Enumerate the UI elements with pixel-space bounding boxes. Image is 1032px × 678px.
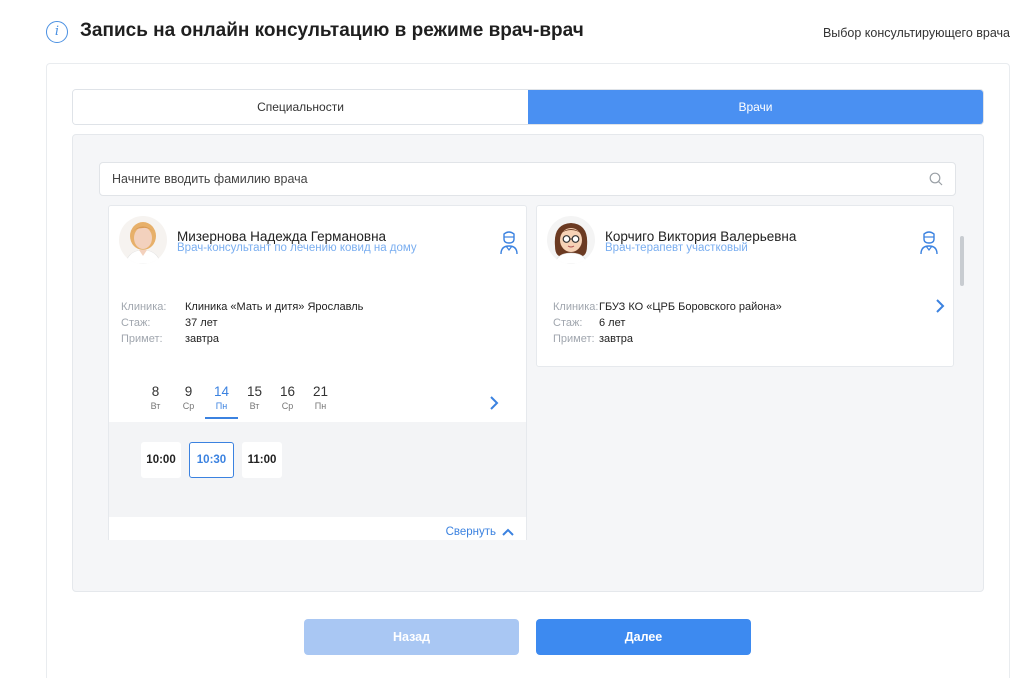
tabs: Специальности Врачи <box>72 89 984 125</box>
day-selector: 8 Вт 9 Ср 14 Пн 15 Вт 16 Ср 21 Пн <box>139 384 337 419</box>
clinic-value: Клиника «Мать и дитя» Ярославль <box>185 301 364 313</box>
doctor-list: Мизернова Надежда Германовна Врач-консул… <box>108 205 966 540</box>
doctor-specialty: Врач-консультант по лечению ковид на дом… <box>177 242 417 254</box>
time-slot[interactable]: 10:00 <box>141 442 181 478</box>
doctor-card[interactable]: Мизернова Надежда Германовна Врач-консул… <box>108 205 527 540</box>
day-item[interactable]: 15 Вт <box>238 384 271 419</box>
tab-doctors[interactable]: Врачи <box>528 90 983 124</box>
doctor-avatar <box>547 216 595 264</box>
day-item[interactable]: 8 Вт <box>139 384 172 419</box>
clinic-value: ГБУЗ КО «ЦРБ Боровского района» <box>599 301 782 313</box>
day-item[interactable]: 21 Пн <box>304 384 337 419</box>
doctor-info: Клиника: Клиника «Мать и дитя» Ярославль … <box>121 301 364 345</box>
collapse-label: Свернуть <box>445 526 496 538</box>
day-item[interactable]: 16 Ср <box>271 384 304 419</box>
accepts-value: завтра <box>599 333 634 345</box>
doctor-profile-icon[interactable] <box>499 230 519 256</box>
back-button[interactable]: Назад <box>304 619 519 655</box>
collapse-button[interactable]: Свернуть <box>446 526 514 538</box>
doctor-info: Клиника: ГБУЗ КО «ЦРБ Боровского района» … <box>553 301 782 345</box>
page-header: i Запись на онлайн консультацию в режиме… <box>0 0 1032 64</box>
experience-value: 37 лет <box>185 317 218 329</box>
page-title: Запись на онлайн консультацию в режиме в… <box>80 20 584 41</box>
info-icon[interactable]: i <box>46 21 68 43</box>
doctor-specialty: Врач-терапевт участковый <box>605 242 748 254</box>
chevron-up-icon <box>502 528 514 536</box>
next-button[interactable]: Далее <box>536 619 751 655</box>
day-item[interactable]: 9 Ср <box>172 384 205 419</box>
chevron-right-icon[interactable] <box>935 299 945 313</box>
step-title: Выбор консультирующего врача <box>822 26 1010 40</box>
accepts-value: завтра <box>185 333 220 345</box>
doctor-avatar <box>119 216 167 264</box>
time-slot-selected[interactable]: 10:30 <box>189 442 234 478</box>
doctor-profile-icon[interactable] <box>919 230 939 256</box>
doctor-card[interactable]: Корчиго Виктория Валерьевна Врач-терапев… <box>536 205 954 367</box>
time-slots: 10:00 10:30 11:00 <box>109 422 526 517</box>
tab-specialties[interactable]: Специальности <box>73 90 528 124</box>
search-icon[interactable] <box>929 172 943 186</box>
search-input[interactable] <box>112 163 912 195</box>
chevron-right-icon[interactable] <box>489 396 499 410</box>
time-slot[interactable]: 11:00 <box>242 442 282 478</box>
day-item-selected[interactable]: 14 Пн <box>205 384 238 419</box>
scrollbar-thumb[interactable] <box>960 236 964 286</box>
search-box <box>99 162 956 196</box>
experience-value: 6 лет <box>599 317 626 329</box>
